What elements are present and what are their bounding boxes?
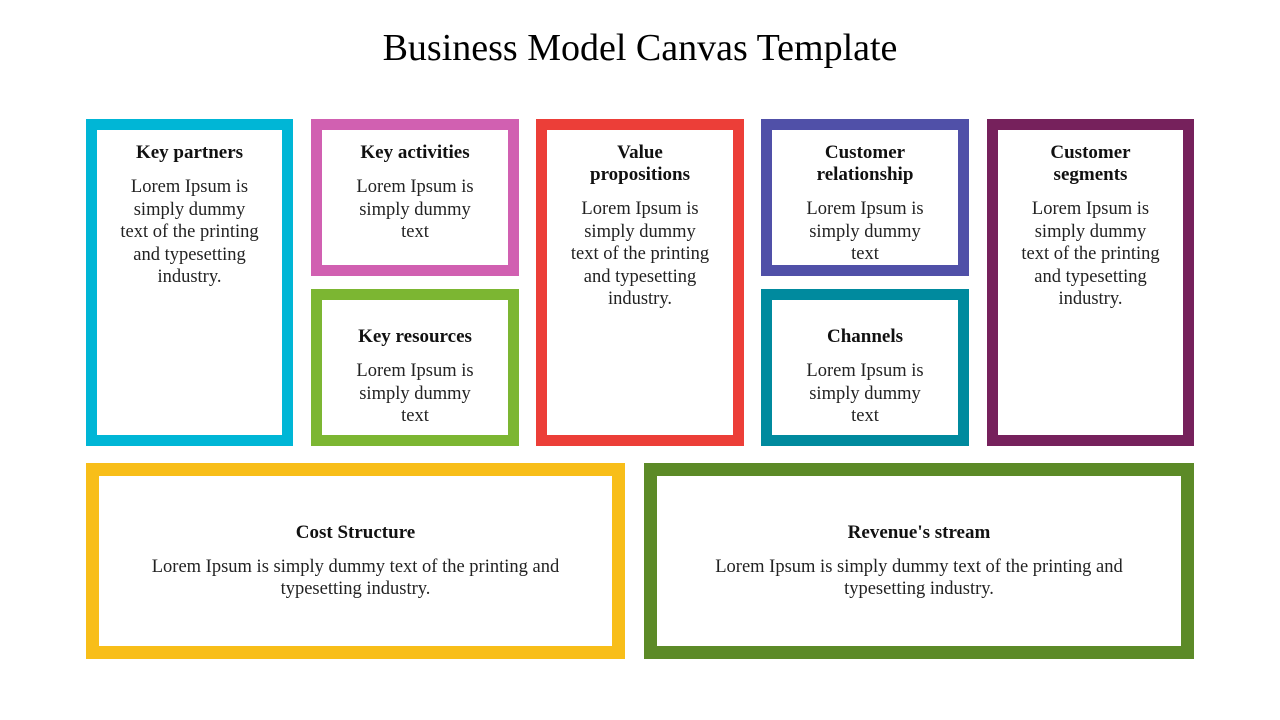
cost-structure-block: Cost Structure Lorem Ipsum is simply dum… (86, 463, 625, 659)
customer-relationship-text: Lorem Ipsum is simply dummy text (806, 199, 924, 264)
customer-relationship-block: Customer relationship Lorem Ipsum is sim… (761, 119, 969, 276)
revenues-stream-heading: Revenue's stream (847, 521, 991, 543)
key-activities-heading: Key activities (360, 142, 470, 163)
key-partners-heading: Key partners (135, 142, 244, 163)
revenues-stream-block: Revenue's stream Lorem Ipsum is simply d… (644, 463, 1194, 659)
customer-relationship-heading: Customer relationship (816, 142, 914, 185)
channels-block: Channels Lorem Ipsum is simply dummy tex… (761, 289, 969, 446)
key-activities-text: Lorem Ipsum is simply dummy text (356, 177, 474, 242)
customer-segments-text: Lorem Ipsum is simply dummy text of the … (1021, 199, 1160, 309)
value-propositions-block: Value propositions Lorem Ipsum is simply… (536, 119, 744, 446)
channels-text: Lorem Ipsum is simply dummy text (806, 361, 924, 426)
customer-segments-heading: Customer segments (1050, 142, 1131, 185)
cost-structure-heading: Cost Structure (295, 521, 416, 543)
key-resources-block: Key resources Lorem Ipsum is simply dumm… (311, 289, 519, 446)
key-resources-text: Lorem Ipsum is simply dummy text (356, 361, 474, 426)
key-activities-block: Key activities Lorem Ipsum is simply dum… (311, 119, 519, 276)
key-partners-text: Lorem Ipsum is simply dummy text of the … (120, 177, 259, 287)
channels-heading: Channels (826, 326, 904, 347)
key-partners-block: Key partners Lorem Ipsum is simply dummy… (86, 119, 293, 446)
key-resources-heading: Key resources (358, 326, 472, 347)
page-title: Business Model Canvas Template (382, 27, 898, 69)
cost-structure-text: Lorem Ipsum is simply dummy text of the … (151, 556, 560, 600)
value-propositions-heading: Value propositions (590, 142, 690, 185)
revenues-stream-text: Lorem Ipsum is simply dummy text of the … (715, 556, 1123, 600)
value-propositions-text: Lorem Ipsum is simply dummy text of the … (570, 199, 710, 309)
customer-segments-block: Customer segments Lorem Ipsum is simply … (987, 119, 1194, 446)
